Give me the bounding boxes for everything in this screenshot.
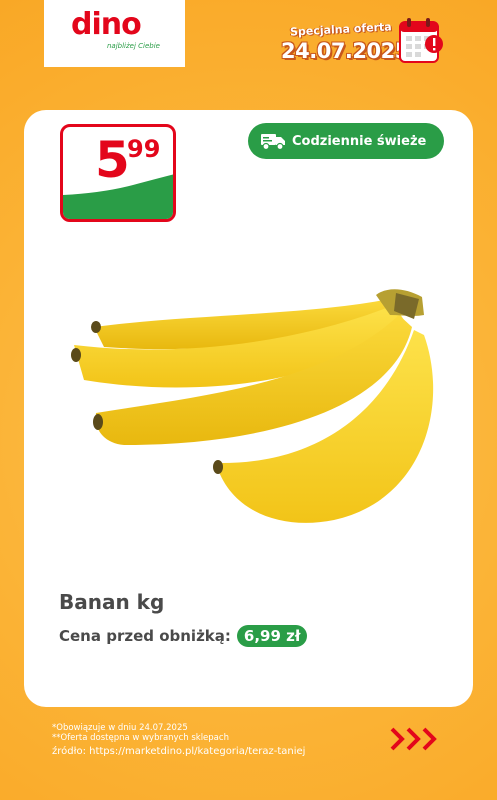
fresh-daily-badge: Codziennie świeże [248,123,444,159]
product-card[interactable]: 5 99 Codziennie świeże Banan kg Cena prz… [24,110,473,707]
before-price-value: 6,99 zł [236,625,308,647]
triple-chevron-right-icon[interactable] [390,726,444,752]
bananas-image [71,289,434,523]
price-tag: 5 99 [60,124,176,222]
footnote-validity: *Obowiązuje w dniu 24.07.2025 [52,723,188,733]
price-cents: 99 [127,135,161,163]
product-name: Banan kg [59,590,165,614]
fresh-daily-label: Codziennie świeże [292,133,427,149]
before-price-row: Cena przed obniżką: 6,99 zł [59,625,308,647]
footnote-availability: **Oferta dostępna w wybranych sklepach [52,733,229,743]
dino-logo[interactable]: dino najbliżej Ciebie [44,0,185,67]
logo-tagline: najbliżej Ciebie [107,42,160,50]
calendar-alert-icon [399,18,443,63]
before-price-label: Cena przed obniżką: [59,627,231,645]
logo-text: dino [71,7,142,42]
price-main: 5 [95,131,130,189]
offer-date: 24.07.2025 [281,39,409,63]
source-link[interactable]: źródło: https://marketdino.pl/kategoria/… [52,746,305,757]
delivery-truck-icon [261,134,285,151]
